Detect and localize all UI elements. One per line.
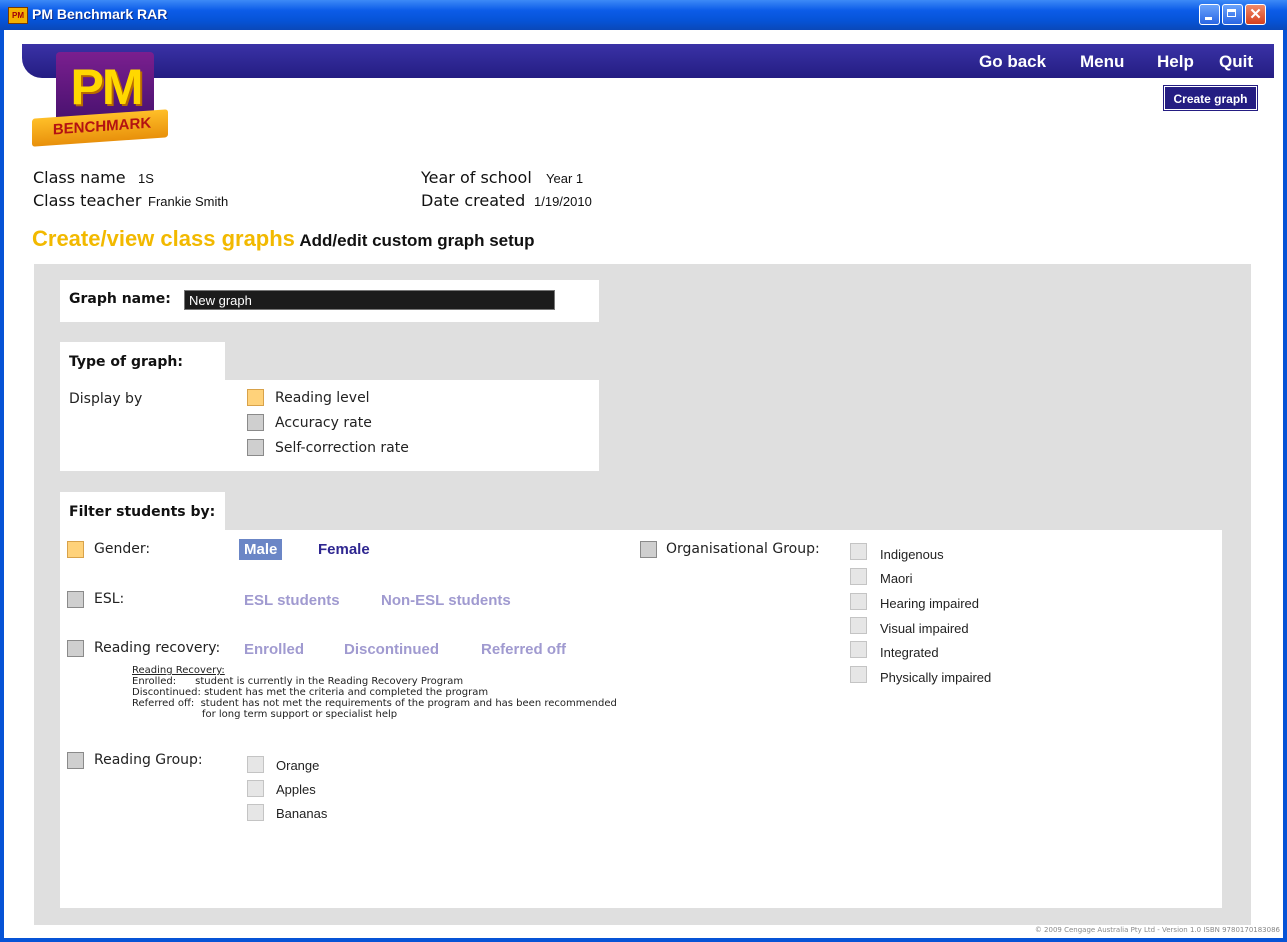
hearing-impaired-label: Hearing impaired <box>880 596 979 611</box>
close-button[interactable]: ✕ <box>1245 4 1266 25</box>
graph-name-label: Graph name: <box>69 291 171 307</box>
enrolled-button[interactable]: Enrolled <box>244 641 304 658</box>
male-filter-button[interactable]: Male <box>239 539 283 560</box>
year-value: Year 1 <box>546 171 584 186</box>
class-name-value: 1S <box>138 171 154 186</box>
integrated-checkbox[interactable] <box>850 641 867 658</box>
graph-name-input[interactable] <box>184 290 555 310</box>
indigenous-checkbox[interactable] <box>850 543 867 560</box>
maori-checkbox[interactable] <box>850 568 867 585</box>
org-group-label: Organisational Group: <box>666 541 820 557</box>
self-correction-rate-label: Self-correction rate <box>275 440 409 456</box>
class-teacher-value: Frankie Smith <box>148 194 229 209</box>
reading-group-checkbox[interactable] <box>67 752 84 769</box>
date-created-value: 1/19/2010 <box>534 194 592 209</box>
note-title: Reading Recovery: <box>132 665 225 676</box>
quit-link[interactable]: Quit <box>1219 52 1253 72</box>
note-line-referred-off: Referred off: student has not met the re… <box>132 698 617 709</box>
esl-label: ESL: <box>94 591 125 607</box>
bananas-group-label: Bananas <box>276 806 328 821</box>
apples-group-label: Apples <box>276 782 316 797</box>
create-view-graphs-link[interactable]: Create/view class graphs <box>32 226 295 251</box>
window-frame-right <box>1283 30 1287 942</box>
reading-group-label: Reading Group: <box>94 752 203 768</box>
reading-recovery-checkbox[interactable] <box>67 640 84 657</box>
maximize-button[interactable] <box>1222 4 1243 25</box>
orange-group-checkbox[interactable] <box>247 756 264 773</box>
class-teacher-label: Class teacher <box>33 191 142 210</box>
visual-impaired-label: Visual impaired <box>880 621 969 636</box>
physically-impaired-checkbox[interactable] <box>850 666 867 683</box>
window-frame-bottom <box>0 938 1287 942</box>
hearing-impaired-checkbox[interactable] <box>850 593 867 610</box>
integrated-label: Integrated <box>880 645 939 660</box>
indigenous-label: Indigenous <box>880 547 944 562</box>
non-esl-students-button[interactable]: Non-ESL students <box>381 592 511 609</box>
window-title: PM Benchmark RAR <box>32 6 168 22</box>
bananas-group-checkbox[interactable] <box>247 804 264 821</box>
year-label: Year of school <box>421 168 532 187</box>
graph-type-title: Type of graph: <box>69 354 183 370</box>
referred-off-button[interactable]: Referred off <box>481 641 566 658</box>
female-filter-button[interactable]: Female <box>318 541 370 558</box>
note-line-referred-off-cont: for long term support or specialist help <box>132 709 398 720</box>
esl-students-button[interactable]: ESL students <box>244 592 340 609</box>
gender-checkbox[interactable] <box>67 541 84 558</box>
minimize-button[interactable] <box>1199 4 1220 25</box>
create-graph-button[interactable]: Create graph <box>1163 85 1258 111</box>
accuracy-rate-label: Accuracy rate <box>275 415 372 431</box>
go-back-link[interactable]: Go back <box>979 52 1046 72</box>
class-name-label: Class name <box>33 168 126 187</box>
reading-level-checkbox[interactable] <box>247 389 264 406</box>
discontinued-button[interactable]: Discontinued <box>344 641 439 658</box>
window-frame-left <box>0 30 4 942</box>
close-icon: ✕ <box>1249 6 1262 23</box>
accuracy-rate-checkbox[interactable] <box>247 414 264 431</box>
reading-recovery-label: Reading recovery: <box>94 640 221 656</box>
reading-level-label: Reading level <box>275 390 370 406</box>
app-icon: PM <box>8 7 28 24</box>
esl-checkbox[interactable] <box>67 591 84 608</box>
physically-impaired-label: Physically impaired <box>880 670 992 685</box>
display-by-label: Display by <box>69 391 143 407</box>
filter-title: Filter students by: <box>69 504 216 520</box>
orange-group-label: Orange <box>276 758 320 773</box>
apples-group-checkbox[interactable] <box>247 780 264 797</box>
page-heading: Create/view class graphs Add/edit custom… <box>32 226 535 252</box>
gender-label: Gender: <box>94 541 151 557</box>
date-created-label: Date created <box>421 191 526 210</box>
self-correction-rate-checkbox[interactable] <box>247 439 264 456</box>
add-edit-graph-title: Add/edit custom graph setup <box>299 231 535 250</box>
copyright-footer: © 2009 Cengage Australia Pty Ltd - Versi… <box>1034 926 1280 934</box>
window-titlebar[interactable]: PM PM Benchmark RAR ✕ <box>0 0 1287 30</box>
note-line-enrolled: Enrolled: student is currently in the Re… <box>132 676 464 687</box>
visual-impaired-checkbox[interactable] <box>850 617 867 634</box>
logo-pm-text: PM <box>70 59 144 115</box>
reading-recovery-note: Reading Recovery: Enrolled: student is c… <box>132 665 617 720</box>
pm-benchmark-logo: PM BENCHMARK <box>32 52 170 147</box>
maori-label: Maori <box>880 571 913 586</box>
menu-link[interactable]: Menu <box>1080 52 1124 72</box>
org-group-checkbox[interactable] <box>640 541 657 558</box>
help-link[interactable]: Help <box>1157 52 1194 72</box>
note-line-discontinued: Discontinued: student has met the criter… <box>132 687 489 698</box>
